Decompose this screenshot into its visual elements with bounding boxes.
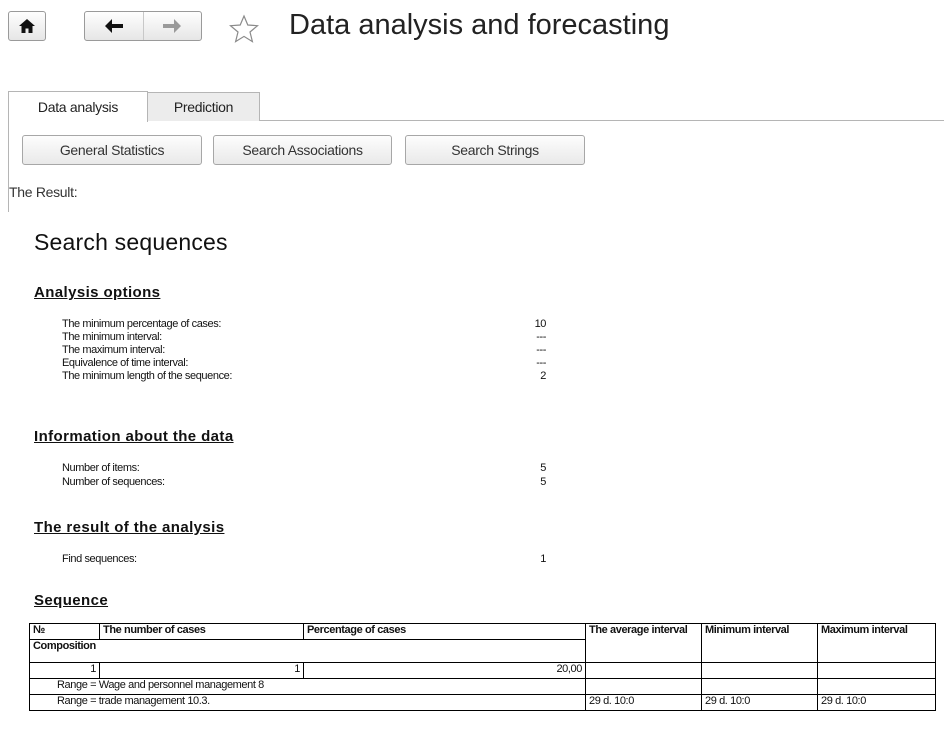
option-value: --- xyxy=(536,357,546,369)
sequence-heading: Sequence xyxy=(34,592,109,609)
cell-composition: Range = trade management 10.3. xyxy=(29,694,586,711)
cell-max: 29 d. 10:0 xyxy=(817,694,936,711)
result-label: The Result: xyxy=(9,184,78,200)
col-percentage: Percentage of cases xyxy=(303,623,586,640)
button-label: General Statistics xyxy=(59,142,165,158)
info-label: Number of items: xyxy=(62,462,140,474)
header-bar: Data analysis and forecasting xyxy=(0,0,944,70)
col-avg-interval: The average interval xyxy=(585,623,702,663)
cell-empty xyxy=(817,662,936,679)
option-label: The minimum length of the sequence: xyxy=(62,370,233,382)
cell-avg xyxy=(585,678,702,695)
button-label: Search Strings xyxy=(451,142,539,158)
result-row-label: Find sequences: xyxy=(62,553,137,565)
info-value: 5 xyxy=(540,462,546,474)
home-button[interactable] xyxy=(8,11,46,41)
arrow-right-icon xyxy=(163,19,182,33)
analysis-result-heading: The result of the analysis xyxy=(34,519,225,536)
forward-button[interactable] xyxy=(142,12,202,40)
option-label: The minimum percentage of cases: xyxy=(62,318,221,330)
option-value: --- xyxy=(536,331,546,343)
page-title: Data analysis and forecasting xyxy=(289,9,670,41)
col-no: № xyxy=(29,623,100,640)
option-value: 10 xyxy=(534,318,547,330)
cell-no: 1 xyxy=(29,662,100,679)
info-label: Number of sequences: xyxy=(62,476,165,488)
option-label: The maximum interval: xyxy=(62,344,165,356)
tab-panel xyxy=(8,120,944,212)
arrow-left-icon xyxy=(104,19,123,33)
cell-min: 29 d. 10:0 xyxy=(701,694,818,711)
col-min-interval: Minimum interval xyxy=(701,623,818,663)
search-strings-button[interactable]: Search Strings xyxy=(405,135,585,165)
analysis-options-heading: Analysis options xyxy=(34,284,161,301)
result-row-value: 1 xyxy=(540,553,546,565)
info-value: 5 xyxy=(540,476,546,488)
star-icon[interactable] xyxy=(229,14,259,44)
option-value: --- xyxy=(536,344,546,356)
table-row: 1 1 20,00 xyxy=(29,662,936,679)
search-associations-button[interactable]: Search Associations xyxy=(213,135,392,165)
back-button[interactable] xyxy=(85,12,143,40)
table-row: Range = Wage and personnel management 8 xyxy=(29,678,936,695)
cell-composition: Range = Wage and personnel management 8 xyxy=(29,678,586,695)
col-cases: The number of cases xyxy=(99,623,304,640)
col-composition: Composition xyxy=(29,639,586,663)
tab-label: Prediction xyxy=(173,99,234,115)
home-icon xyxy=(19,19,35,33)
data-info-heading: Information about the data xyxy=(34,428,234,445)
cell-empty xyxy=(701,662,818,679)
button-label: Search Associations xyxy=(242,142,363,158)
option-label: The minimum interval: xyxy=(62,331,162,343)
option-value: 2 xyxy=(540,370,546,382)
table-row: Range = trade management 10.3. 29 d. 10:… xyxy=(29,694,936,711)
option-label: Equivalence of time interval: xyxy=(62,357,188,369)
col-max-interval: Maximum interval xyxy=(817,623,936,663)
history-nav xyxy=(84,11,202,41)
report-title: Search sequences xyxy=(34,229,228,255)
tab-prediction[interactable]: Prediction xyxy=(147,92,260,121)
table-header-row: № The number of cases Percentage of case… xyxy=(29,623,936,663)
cell-empty xyxy=(585,662,702,679)
general-statistics-button[interactable]: General Statistics xyxy=(22,135,202,165)
cell-max xyxy=(817,678,936,695)
cell-cases: 1 xyxy=(99,662,304,679)
tab-data-analysis[interactable]: Data analysis xyxy=(8,91,148,122)
cell-avg: 29 d. 10:0 xyxy=(585,694,702,711)
cell-percentage: 20,00 xyxy=(303,662,586,679)
tab-label: Data analysis xyxy=(37,99,119,115)
sequence-table: № The number of cases Percentage of case… xyxy=(29,623,936,711)
cell-min xyxy=(701,678,818,695)
